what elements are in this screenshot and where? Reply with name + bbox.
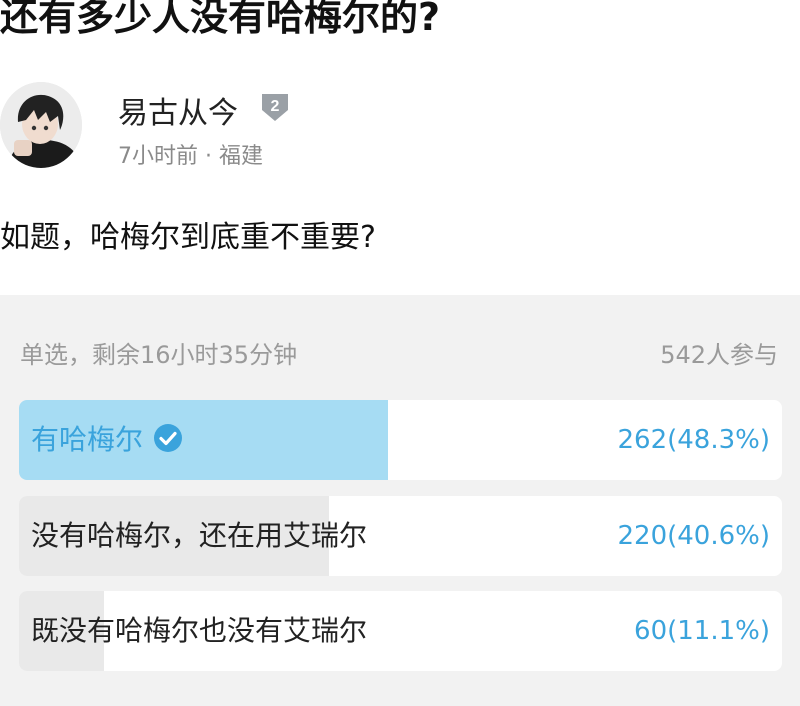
poll-option-result: 220(40.6%) <box>617 521 770 551</box>
avatar-image <box>0 82 82 168</box>
poll-option-label: 没有哈梅尔，还在用艾瑞尔 <box>31 519 368 552</box>
author-name[interactable]: 易古从今 <box>118 88 238 132</box>
check-circle-icon <box>154 424 183 452</box>
poll-info: 单选，剩余16小时35分钟 <box>20 341 298 369</box>
avatar[interactable] <box>0 82 82 168</box>
poll-option-label: 有哈梅尔 <box>31 400 183 480</box>
poll-option[interactable]: 没有哈梅尔，还在用艾瑞尔 220(40.6%) <box>19 496 782 576</box>
poll-option-result: 262(48.3%) <box>617 425 770 455</box>
level-badge-icon: 2 <box>262 94 288 121</box>
poll-option[interactable]: 有哈梅尔 262(48.3%) <box>19 400 782 480</box>
poll-option-result: 60(11.1%) <box>634 616 770 646</box>
level-badge-number: 2 <box>271 98 280 115</box>
poll-card: 单选，剩余16小时35分钟 542人参与 有哈梅尔 262(48.3%) 没有哈… <box>0 295 800 706</box>
post-title: 还有多少人没有哈梅尔的? <box>0 0 441 39</box>
post-meta: 7小时前 · 福建 <box>118 144 263 169</box>
post-body: 如题，哈梅尔到底重不重要? <box>0 220 376 255</box>
poll-option[interactable]: 既没有哈梅尔也没有艾瑞尔 60(11.1%) <box>19 591 782 671</box>
poll-participants: 542人参与 <box>660 341 778 369</box>
poll-option-label: 既没有哈梅尔也没有艾瑞尔 <box>31 614 368 647</box>
